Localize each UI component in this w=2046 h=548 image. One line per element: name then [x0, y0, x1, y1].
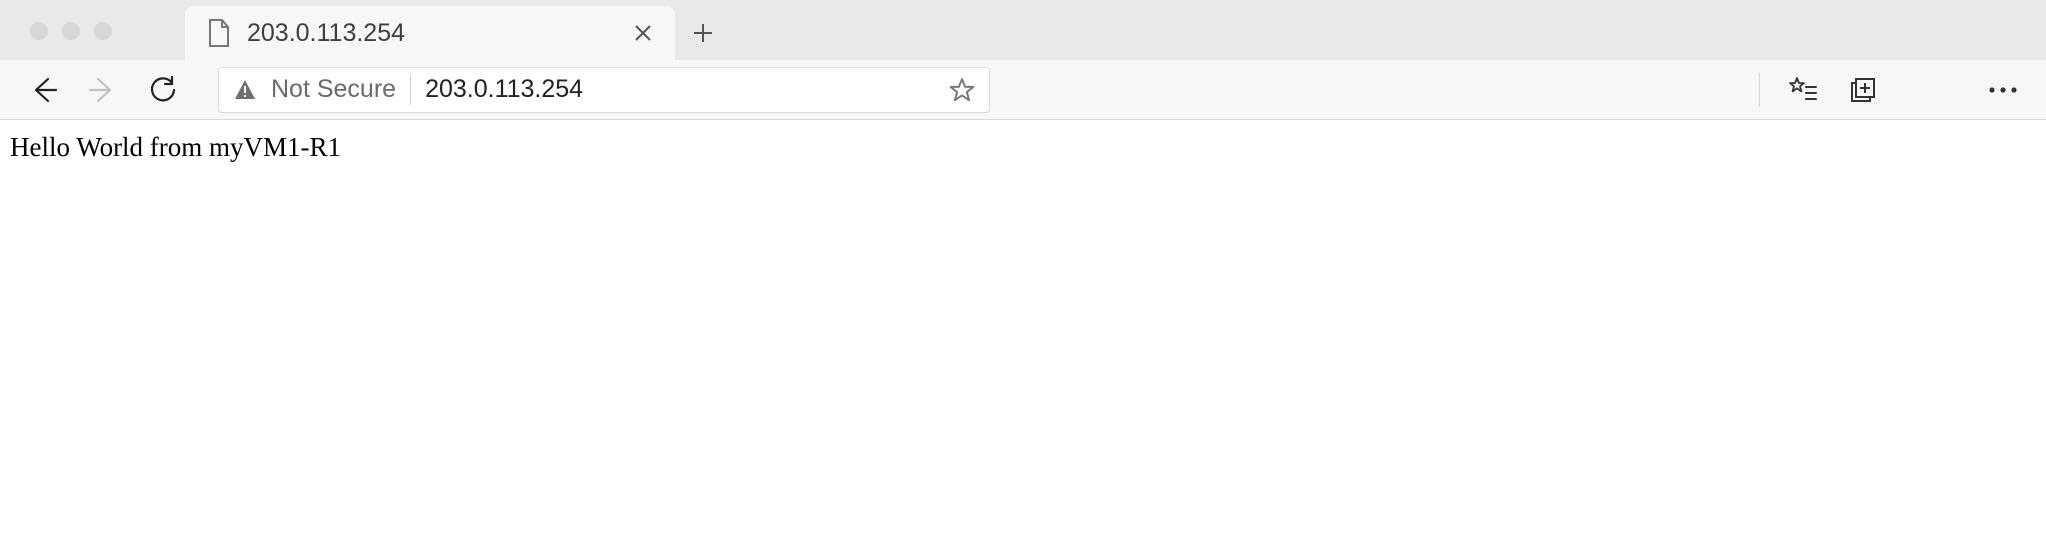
new-tab-button[interactable]: [675, 6, 731, 60]
tab-title: 203.0.113.254: [247, 19, 613, 48]
window-minimize-button[interactable]: [62, 22, 80, 40]
page-icon: [207, 19, 231, 47]
collections-button[interactable]: [1838, 65, 1888, 115]
not-secure-icon: [233, 78, 257, 102]
window-controls: [30, 22, 112, 40]
page-body-text: Hello World from myVM1-R1: [10, 132, 341, 162]
favorites-list-button[interactable]: [1778, 65, 1828, 115]
address-bar[interactable]: Not Secure 203.0.113.254: [218, 67, 990, 113]
close-tab-button[interactable]: [629, 19, 657, 47]
refresh-button[interactable]: [138, 65, 188, 115]
back-button[interactable]: [18, 65, 68, 115]
window-zoom-button[interactable]: [94, 22, 112, 40]
favorite-button[interactable]: [949, 77, 975, 103]
security-status-label: Not Secure: [271, 75, 396, 104]
window-close-button[interactable]: [30, 22, 48, 40]
browser-tab[interactable]: 203.0.113.254: [185, 6, 675, 60]
toolbar-separator: [1759, 73, 1760, 107]
address-bar-divider: [410, 75, 411, 105]
tab-strip: 203.0.113.254: [0, 0, 2046, 60]
toolbar: Not Secure 203.0.113.254: [0, 60, 2046, 120]
page-content: Hello World from myVM1-R1: [0, 120, 2046, 175]
forward-button[interactable]: [78, 65, 128, 115]
url-text: 203.0.113.254: [425, 75, 934, 104]
settings-menu-button[interactable]: [1978, 65, 2028, 115]
